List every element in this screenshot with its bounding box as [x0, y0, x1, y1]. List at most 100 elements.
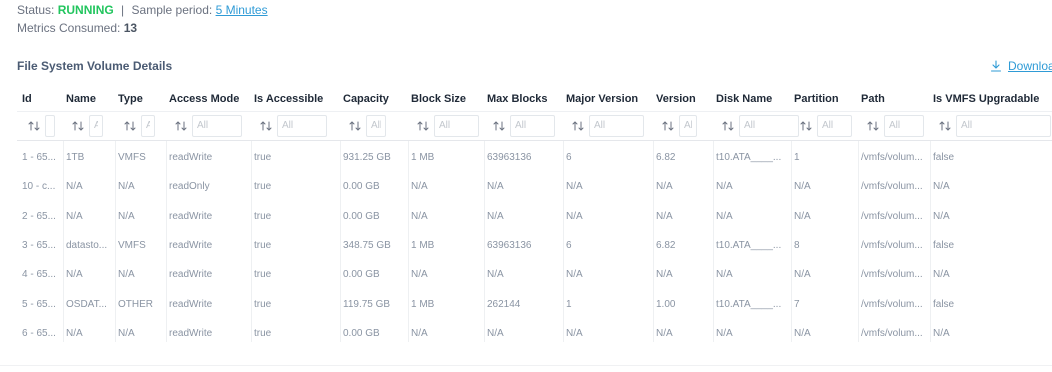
cell-capacity: 931.25 GB [343, 152, 391, 163]
column-header-major-version[interactable]: Major Version [566, 93, 638, 105]
cell-block-size: N/A [411, 327, 428, 339]
cell-max-blocks: 63963136 [487, 152, 532, 163]
sort-arrows-icon[interactable] [259, 120, 273, 132]
cell-type: VMFS [118, 239, 146, 251]
filter-input-type[interactable] [141, 114, 155, 137]
column-header-version[interactable]: Version [656, 93, 696, 105]
cell-block-size: 1 MB [411, 152, 435, 163]
cell-id: 6 - 65... [22, 327, 56, 339]
sort-arrows-icon[interactable] [866, 120, 880, 132]
filter-input-is-accessible[interactable] [277, 114, 327, 137]
filter-input-max-blocks[interactable] [510, 114, 555, 137]
column-header-id[interactable]: Id [22, 93, 32, 105]
column-header-block-size[interactable]: Block Size [411, 93, 466, 105]
filter-input-name[interactable] [89, 114, 103, 137]
metrics-line: Metrics Consumed: 13 [17, 21, 137, 35]
cell-partition: N/A [794, 181, 811, 193]
sort-arrows-icon[interactable] [71, 120, 85, 132]
column-header-path[interactable]: Path [861, 93, 885, 105]
cell-major-version: 6 [566, 152, 572, 163]
cell-max-blocks: N/A [487, 210, 504, 222]
cell-is-vmfs-upgradable: N/A [933, 327, 950, 339]
sort-arrows-icon[interactable] [571, 120, 585, 132]
cell-version: N/A [656, 210, 673, 222]
column-header-partition[interactable]: Partition [794, 93, 839, 105]
column-header-is-accessible[interactable]: Is Accessible [254, 93, 323, 105]
cell-version: 6.82 [656, 152, 676, 163]
filter-input-id[interactable] [45, 114, 55, 137]
sort-arrows-icon[interactable] [799, 120, 813, 132]
sample-period-link[interactable]: 5 Minutes [216, 3, 268, 17]
cell-access-mode: readWrite [169, 327, 213, 339]
cell-id: 4 - 65... [22, 269, 56, 281]
sort-arrows-icon[interactable] [123, 120, 137, 132]
table-row[interactable]: 4 - 65... N/A N/A readWrite true 0.00 GB N/A N/… [17, 260, 1052, 289]
filter-cell-access-mode [174, 112, 242, 139]
cell-partition: N/A [794, 327, 811, 339]
download-label: Download [1008, 59, 1052, 73]
cell-name: datasto... [66, 239, 108, 251]
filter-input-is-vmfs-upgradable[interactable] [956, 114, 1051, 137]
column-header-disk-name[interactable]: Disk Name [716, 93, 772, 105]
filter-input-major-version[interactable] [589, 114, 644, 137]
cell-version: 6.82 [656, 239, 676, 251]
cell-major-version: N/A [566, 210, 583, 222]
table-row[interactable]: 6 - 65... N/A N/A readWrite true 0.00 GB N/A N/… [17, 319, 1052, 342]
sort-arrows-icon[interactable] [348, 120, 362, 132]
table-row[interactable]: 10 - c... N/A N/A readOnly true 0.00 GB N/A N/A… [17, 172, 1052, 201]
filter-input-partition[interactable] [817, 114, 852, 137]
column-header-is-vmfs-upgradable[interactable]: Is VMFS Upgradable [933, 93, 1039, 105]
column-header-name[interactable]: Name [66, 93, 96, 105]
filter-cell-block-size [416, 112, 479, 139]
filter-cell-is-accessible [259, 112, 327, 139]
cell-version: N/A [656, 327, 673, 339]
cell-is-vmfs-upgradable: false [933, 152, 955, 163]
cell-version: 1.00 [656, 298, 676, 310]
status-value: RUNNING [57, 3, 114, 17]
sort-arrows-icon[interactable] [938, 120, 952, 132]
sort-arrows-icon[interactable] [174, 120, 188, 132]
cell-is-vmfs-upgradable: N/A [933, 181, 950, 193]
table-row[interactable]: 5 - 65... OSDAT... OTHER readWrite true 119.7… [17, 290, 1052, 319]
sort-arrows-icon[interactable] [721, 120, 735, 132]
filter-input-block-size[interactable] [434, 114, 479, 137]
filter-input-capacity[interactable] [366, 114, 386, 137]
sort-arrows-icon[interactable] [416, 120, 430, 132]
cell-major-version: N/A [566, 269, 583, 281]
cell-path: /vmfs/volum... [861, 152, 923, 163]
sample-period-label: Sample period: [131, 3, 213, 17]
cell-name: N/A [66, 210, 83, 222]
filter-cell-max-blocks [492, 112, 555, 139]
table-row[interactable]: 2 - 65... N/A N/A readWrite true 0.00 GB N/A N/… [17, 202, 1052, 231]
filter-input-disk-name[interactable] [739, 114, 799, 137]
cell-name: OSDAT... [66, 298, 107, 310]
cell-capacity: 0.00 GB [343, 269, 380, 281]
status-line: Status: RUNNING | Sample period: 5 Minut… [17, 3, 268, 17]
cell-path: /vmfs/volum... [861, 327, 923, 339]
section-title: File System Volume Details [17, 59, 173, 73]
cell-is-accessible: true [254, 181, 272, 193]
sort-arrows-icon[interactable] [661, 120, 675, 132]
metrics-value: 13 [123, 21, 138, 35]
table-row[interactable]: 1 - 65... 1TB VMFS readWrite true 931.25 GB 1 … [17, 143, 1052, 172]
cell-disk-name: t10.ATA____... [716, 298, 782, 310]
filter-cell-capacity [348, 112, 386, 139]
column-header-type[interactable]: Type [118, 93, 143, 105]
column-header-capacity[interactable]: Capacity [343, 93, 389, 105]
filter-input-path[interactable] [884, 114, 924, 137]
column-header-max-blocks[interactable]: Max Blocks [487, 93, 548, 105]
column-header-access-mode[interactable]: Access Mode [169, 93, 239, 105]
cell-max-blocks: 262144 [487, 298, 521, 310]
filter-cell-major-version [571, 112, 644, 139]
filter-input-version[interactable] [679, 114, 697, 137]
filter-divider [17, 140, 1052, 141]
sort-arrows-icon[interactable] [27, 120, 41, 132]
filter-input-access-mode[interactable] [192, 114, 242, 137]
cell-is-accessible: true [254, 327, 272, 339]
download-button[interactable]: Download [990, 59, 1052, 73]
sort-arrows-icon[interactable] [492, 120, 506, 132]
cell-block-size: N/A [411, 181, 428, 193]
table-row[interactable]: 3 - 65... datasto... VMFS readWrite true 348.… [17, 231, 1052, 260]
cell-type: VMFS [118, 152, 146, 163]
cell-name: N/A [66, 327, 83, 339]
